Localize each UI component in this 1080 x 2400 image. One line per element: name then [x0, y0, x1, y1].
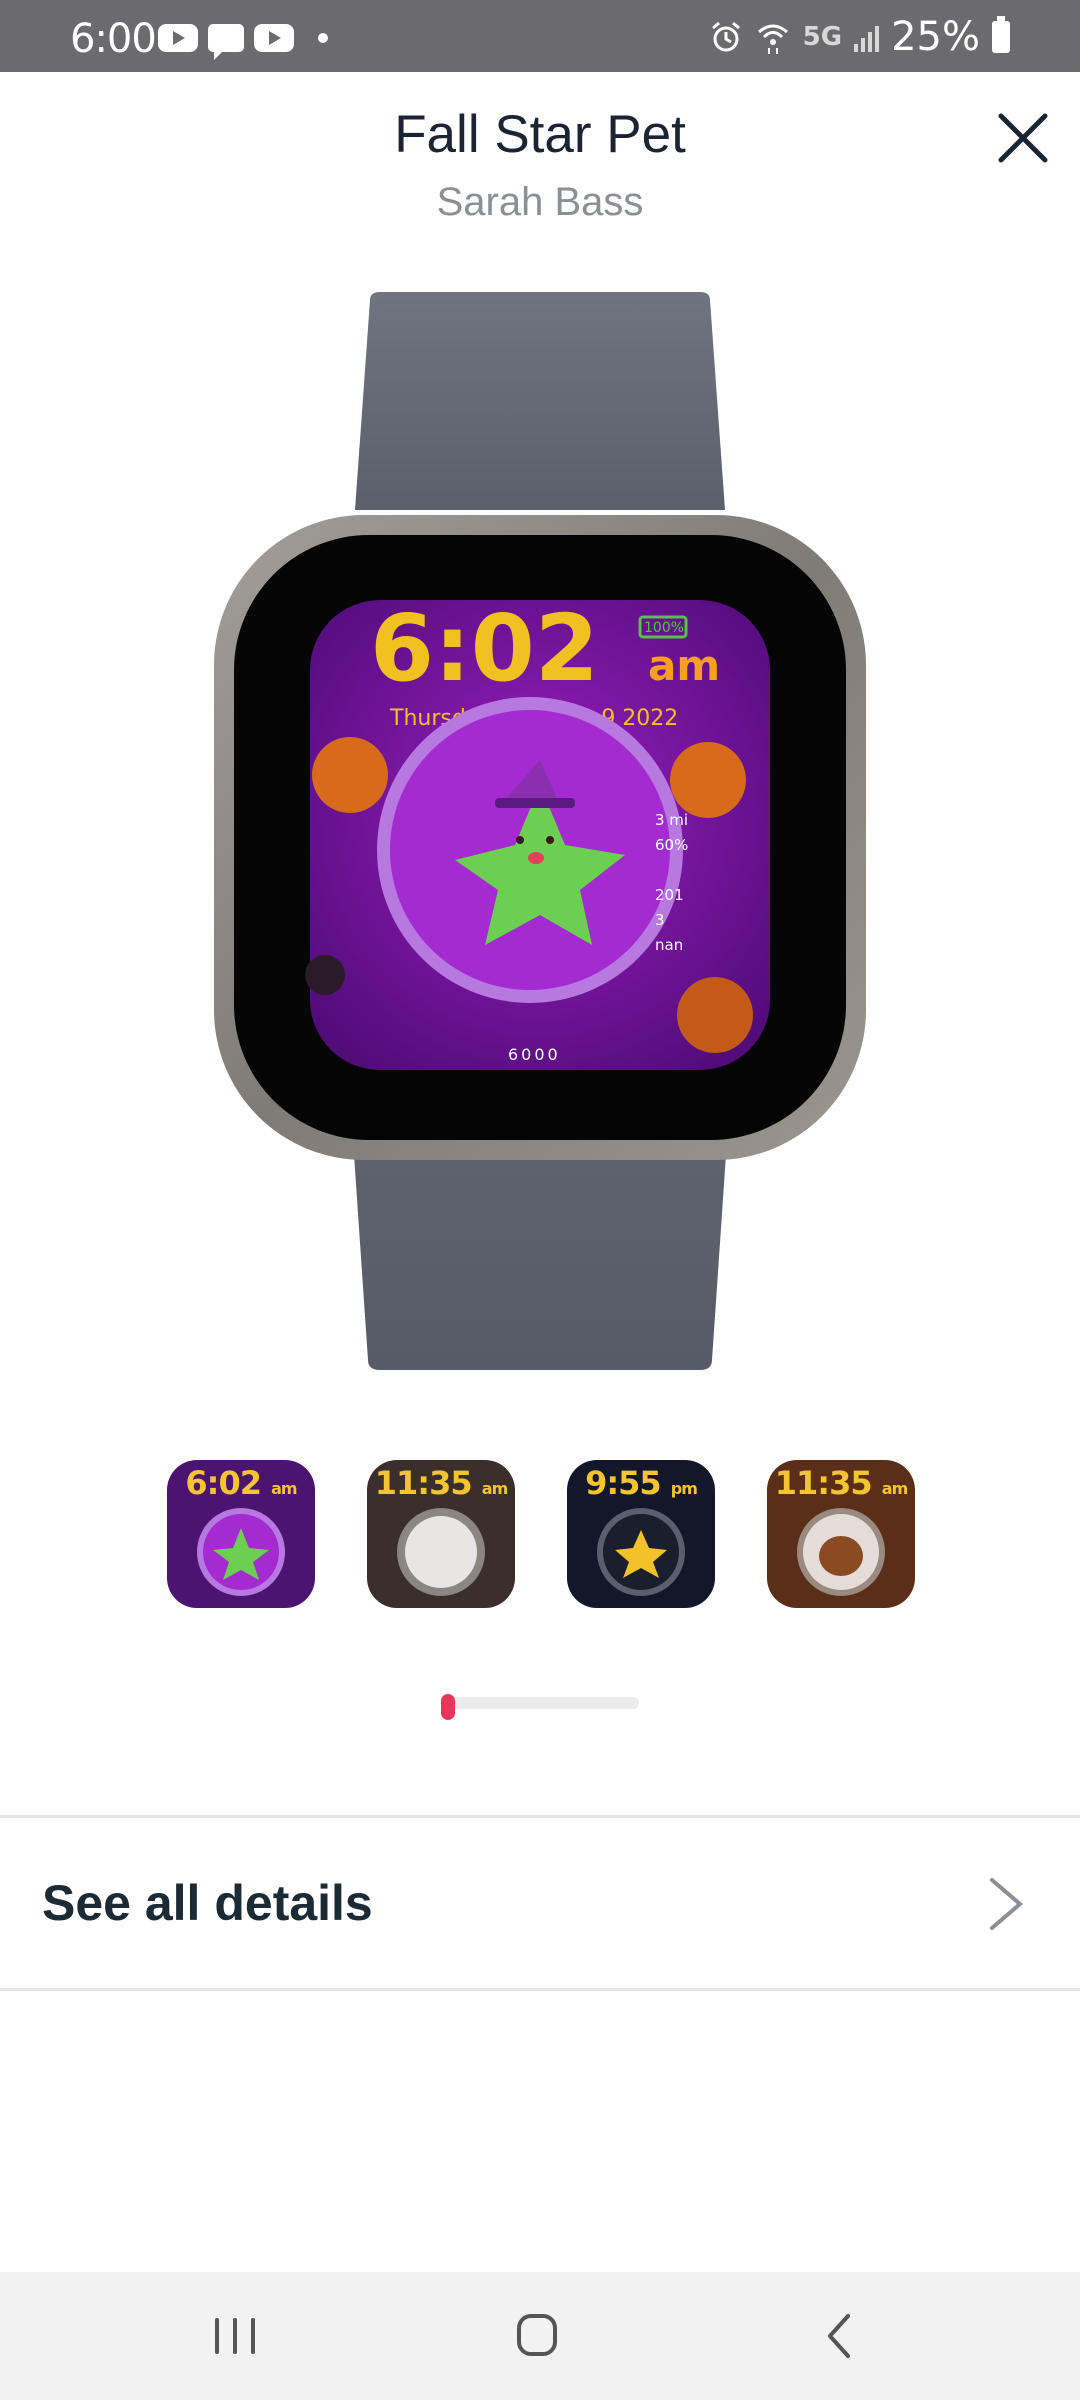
watch-illustration: 6:02 am 100% Thursday, October 9 2022 3 …: [214, 292, 866, 1370]
variant-time: 11:35 am: [374, 1464, 508, 1502]
variant-time: 6:02 am: [185, 1464, 297, 1502]
clock-face-title: Fall Star Pet: [394, 105, 686, 164]
stat-heartrate: 201: [655, 886, 684, 904]
status-time: 6:00: [70, 16, 157, 62]
home-icon: [517, 2314, 557, 2356]
back-icon: [828, 2314, 850, 2358]
see-all-details-row[interactable]: See all details: [0, 1818, 1080, 1988]
variant-thumbnail-3[interactable]: 9:55 pm: [567, 1460, 715, 1608]
recent-apps-icon: [215, 2318, 255, 2354]
preview-ampm: am: [648, 641, 720, 690]
battery-percent: 25%: [891, 14, 980, 60]
stat-floors: 3: [655, 911, 665, 929]
watch-band-bottom: [353, 1140, 727, 1370]
more-notifications-icon: [318, 33, 328, 43]
home-button[interactable]: [497, 2302, 577, 2370]
clock-face-variants: 6:02 am 11:35 am 9:55 pm 11:35 am: [167, 1460, 915, 1610]
pumpkin-decoration: [677, 977, 753, 1053]
preview-steps: 6000: [508, 1045, 561, 1064]
stat-other: nan: [655, 936, 683, 954]
close-button[interactable]: [993, 108, 1053, 168]
youtube-icon: [254, 24, 294, 52]
witch-hat-brim: [495, 798, 575, 808]
recent-apps-button[interactable]: [195, 2302, 275, 2370]
variant-time: 9:55 pm: [585, 1464, 698, 1502]
close-icon: [998, 113, 1048, 163]
variant-time: 11:35 am: [774, 1464, 908, 1502]
youtube-icon: [158, 24, 198, 52]
back-button[interactable]: [800, 2302, 880, 2370]
alarm-icon: [711, 21, 740, 52]
battery-icon: [992, 16, 1010, 53]
see-all-details-label: See all details: [42, 1875, 373, 1931]
watch-preview: 6:02 am 100% Thursday, October 9 2022 3 …: [200, 280, 880, 1380]
message-icon: [208, 24, 244, 60]
variant-thumbnail-4[interactable]: 11:35 am: [767, 1460, 915, 1608]
pumpkin-decoration: [670, 742, 746, 818]
author-name: Sarah Bass: [436, 180, 644, 224]
signal-icon: [854, 22, 880, 52]
spider-decoration: [305, 955, 345, 995]
carousel-pager: [441, 1694, 639, 1720]
wifi-icon: [757, 24, 788, 54]
variant-thumbnail-1[interactable]: 6:02 am: [167, 1460, 315, 1608]
chevron-right-icon: [990, 1878, 1024, 1930]
preview-battery: 100%: [644, 620, 684, 636]
pager-active-indicator: [441, 1694, 455, 1720]
notification-icons: [158, 24, 328, 60]
network-type: 5G: [802, 22, 843, 52]
system-nav-bar: [0, 2272, 1080, 2400]
preview-time: 6:02: [370, 595, 599, 702]
status-bar: 6:00 5G 25%: [0, 0, 1080, 72]
watch-band-top: [355, 292, 725, 510]
variant-thumbnail-2[interactable]: 11:35 am: [367, 1460, 515, 1608]
stat-distance: 3 mi: [655, 811, 688, 829]
divider: [0, 1988, 1080, 1991]
system-icons: 5G 25%: [709, 14, 1010, 60]
stat-percent: 60%: [655, 836, 688, 854]
pumpkin-decoration: [312, 737, 388, 813]
